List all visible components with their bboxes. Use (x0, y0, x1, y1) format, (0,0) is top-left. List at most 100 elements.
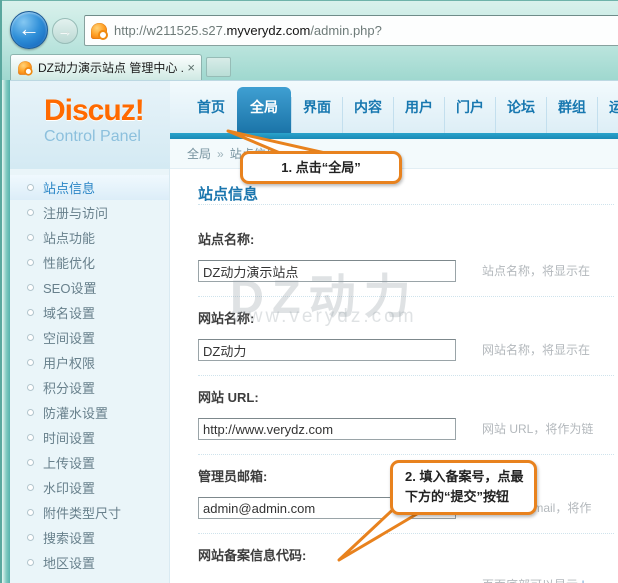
website-name-input[interactable] (198, 339, 456, 361)
sidebar-item-credits[interactable]: 积分设置 (10, 375, 169, 400)
bullet-icon (27, 484, 34, 491)
browser-window: ← → http://w211525.s27.myverydz.com/admi… (0, 0, 618, 583)
sidebar-item-search[interactable]: 搜索设置 (10, 525, 169, 550)
sidebar-item-label: 上传设置 (43, 453, 95, 472)
field-website-name: 网站名称: 网站名称，将显示在 (198, 297, 614, 376)
sidebar-item-label: 注册与访问 (43, 203, 108, 222)
sidebar-item-attachment-types[interactable]: 附件类型尺寸 (10, 500, 169, 525)
field-label: 网站 URL: (198, 387, 614, 406)
sidebar-item-seo[interactable]: SEO设置 (10, 275, 169, 300)
nav-item-portal[interactable]: 门户 (444, 97, 495, 133)
bullet-icon (27, 384, 34, 391)
url-scheme: http://w211525.s27. (114, 23, 227, 38)
sidebar-item-upload[interactable]: 上传设置 (10, 450, 169, 475)
logo-subtitle: Control Panel (44, 128, 170, 146)
site-favicon-icon (91, 23, 107, 39)
tab-strip: DZ动力演示站点 管理中心 ... × (2, 54, 618, 80)
discuz-logo: Discuz! (44, 95, 170, 127)
tab-favicon-icon (18, 61, 32, 75)
callout-step2-line2: 下方的“提交”按钮 (405, 489, 509, 504)
sidebar-item-label: 附件类型尺寸 (43, 503, 121, 522)
bullet-icon (27, 434, 34, 441)
sidebar-item-domain[interactable]: 域名设置 (10, 300, 169, 325)
breadcrumb-separator: » (217, 147, 224, 161)
sidebar-item-site-functions[interactable]: 站点功能 (10, 225, 169, 250)
forward-button[interactable]: → (52, 18, 78, 44)
sidebar-item-label: 时间设置 (43, 428, 95, 447)
sidebar-item-label: 水印设置 (43, 478, 95, 497)
bullet-icon (27, 309, 34, 316)
sidebar-item-label: 积分设置 (43, 378, 95, 397)
field-description: 页面底部可以显示 I在页面底部，如果没 (482, 576, 590, 583)
sidebar-item-label: 站点功能 (43, 228, 95, 247)
sidebar-item-label: 域名设置 (43, 303, 95, 322)
nav-item-groups[interactable]: 群组 (546, 97, 597, 133)
nav-item-interface[interactable]: 界面 (291, 97, 342, 133)
url-domain: myverydz.com (227, 23, 311, 38)
field-website-url: 网站 URL: 网站 URL，将作为链 (198, 376, 614, 455)
bullet-icon (27, 409, 34, 416)
bullet-icon (27, 509, 34, 516)
bullet-icon (27, 209, 34, 216)
bullet-icon (27, 459, 34, 466)
bullet-icon (27, 259, 34, 266)
sidebar-item-anti-spam[interactable]: 防灌水设置 (10, 400, 169, 425)
field-label: 网站备案信息代码: (198, 545, 614, 564)
sidebar-item-register-access[interactable]: 注册与访问 (10, 200, 169, 225)
sidebar-item-watermark[interactable]: 水印设置 (10, 475, 169, 500)
website-url-input[interactable] (198, 418, 456, 440)
sidebar-item-label: 性能优化 (43, 253, 95, 272)
new-tab-button[interactable] (206, 57, 231, 77)
sidebar-item-user-permissions[interactable]: 用户权限 (10, 350, 169, 375)
nav-item-users[interactable]: 用户 (393, 97, 444, 133)
sidebar-item-region[interactable]: 地区设置 (10, 550, 169, 575)
browser-chrome: ← → http://w211525.s27.myverydz.com/admi… (2, 0, 618, 80)
sidebar-item-site-info[interactable]: 站点信息 (10, 175, 169, 200)
logo-area: Discuz! Control Panel (10, 81, 170, 169)
nav-item-operations[interactable]: 运营 (597, 97, 618, 133)
bullet-icon (27, 534, 34, 541)
sidebar-item-space[interactable]: 空间设置 (10, 325, 169, 350)
field-description: 站点名称，将显示在 (482, 262, 590, 281)
site-name-input[interactable] (198, 260, 456, 282)
field-label: 站点名称: (198, 229, 614, 248)
sidebar-item-label: 空间设置 (43, 328, 95, 347)
sidebar-item-label: SEO设置 (43, 278, 96, 297)
field-icp-code: 网站备案信息代码: 京ICP备10216931号 页面底部可以显示 I在页面底部… (198, 534, 614, 583)
bullet-icon (27, 334, 34, 341)
main-content: 站点信息 站点名称: 站点名称，将显示在 网站名称: 网站名称，将显示在 (170, 169, 618, 583)
nav-item-content[interactable]: 内容 (342, 97, 393, 133)
nav-item-global-active[interactable]: 全局 (237, 87, 291, 133)
sidebar-item-label: 站点信息 (43, 178, 95, 197)
field-label: 网站名称: (198, 308, 614, 327)
callout-step2-line1: 2. 填入备案号，点最 (405, 469, 523, 484)
admin-body: 站点信息 注册与访问 站点功能 性能优化 SEO设置 域名设置 空间设置 用户权… (10, 169, 618, 583)
nav-item-forum[interactable]: 论坛 (495, 97, 546, 133)
back-button[interactable]: ← (10, 11, 48, 49)
window-left-border (2, 80, 10, 583)
url-path: /admin.php? (310, 23, 382, 38)
sidebar-item-label: 搜索设置 (43, 528, 95, 547)
page-title: 站点信息 (198, 183, 614, 205)
nav-item-home[interactable]: 首页 (186, 97, 236, 133)
top-nav: 首页 全局 界面 内容 用户 门户 论坛 群组 运营 插件 工具 云 (170, 81, 618, 133)
sidebar-item-label: 防灌水设置 (43, 403, 108, 422)
tab-close-icon[interactable]: × (187, 61, 195, 74)
sidebar-item-performance[interactable]: 性能优化 (10, 250, 169, 275)
callout-step2: 2. 填入备案号，点最下方的“提交”按钮 (390, 460, 537, 515)
field-description: 网站名称，将显示在 (482, 341, 590, 360)
address-bar[interactable]: http://w211525.s27.myverydz.com/admin.ph… (84, 15, 618, 46)
field-site-name: 站点名称: 站点名称，将显示在 (198, 218, 614, 297)
tab-title: DZ动力演示站点 管理中心 ... (38, 59, 183, 76)
sidebar-item-label: 用户权限 (43, 353, 95, 372)
breadcrumb-section[interactable]: 全局 (187, 145, 211, 162)
sidebar-item-time[interactable]: 时间设置 (10, 425, 169, 450)
url-text: http://w211525.s27.myverydz.com/admin.ph… (114, 23, 382, 38)
browser-tab[interactable]: DZ动力演示站点 管理中心 ... × (10, 54, 202, 80)
bullet-icon (27, 284, 34, 291)
field-description: 网站 URL，将作为链 (482, 420, 593, 439)
bullet-icon (27, 559, 34, 566)
bullet-icon (27, 359, 34, 366)
sidebar: 站点信息 注册与访问 站点功能 性能优化 SEO设置 域名设置 空间设置 用户权… (10, 169, 170, 583)
bullet-icon (27, 184, 34, 191)
